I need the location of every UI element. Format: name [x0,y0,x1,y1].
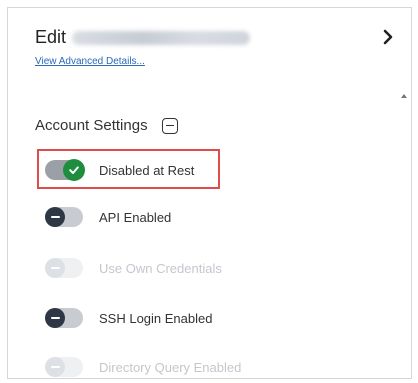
setting-label: Directory Query Enabled [99,359,242,375]
check-icon [63,159,85,181]
toggle-switch[interactable] [45,207,83,227]
minus-icon [45,357,65,377]
setting-label: Disabled at Rest [99,162,195,178]
setting-label: SSH Login Enabled [99,310,213,326]
collapse-minus-icon[interactable] [161,117,178,134]
setting-directory-query-enabled: Directory Query Enabled [45,357,241,377]
scroll-up-arrow-icon[interactable] [399,91,409,101]
redacted-name [72,30,251,45]
setting-disabled-at-rest[interactable]: Disabled at Rest [45,159,195,181]
toggle-switch [45,357,83,377]
toggle-switch[interactable] [45,308,83,328]
toggle-switch [45,258,83,278]
panel-title: Edit [35,27,67,47]
minus-icon [45,207,65,227]
setting-api-enabled[interactable]: API Enabled [45,207,171,227]
edit-panel: Edit View Advanced Details... Account Se… [7,7,412,379]
minus-icon [45,258,65,278]
view-advanced-details-link[interactable]: View Advanced Details... [35,56,145,67]
setting-use-own-credentials: Use Own Credentials [45,258,222,278]
setting-label: API Enabled [99,209,172,225]
setting-ssh-login-enabled[interactable]: SSH Login Enabled [45,308,212,328]
account-settings-heading: Account Settings [35,117,178,134]
toggle-switch[interactable] [45,159,85,181]
setting-label: Use Own Credentials [99,260,222,276]
panel-header: Edit View Advanced Details... [8,8,411,84]
section-title: Account Settings [35,117,148,134]
scrollbar[interactable] [397,84,411,378]
title-row: Edit [35,27,251,48]
minus-icon [45,308,65,328]
chevron-right-icon[interactable] [379,28,397,46]
